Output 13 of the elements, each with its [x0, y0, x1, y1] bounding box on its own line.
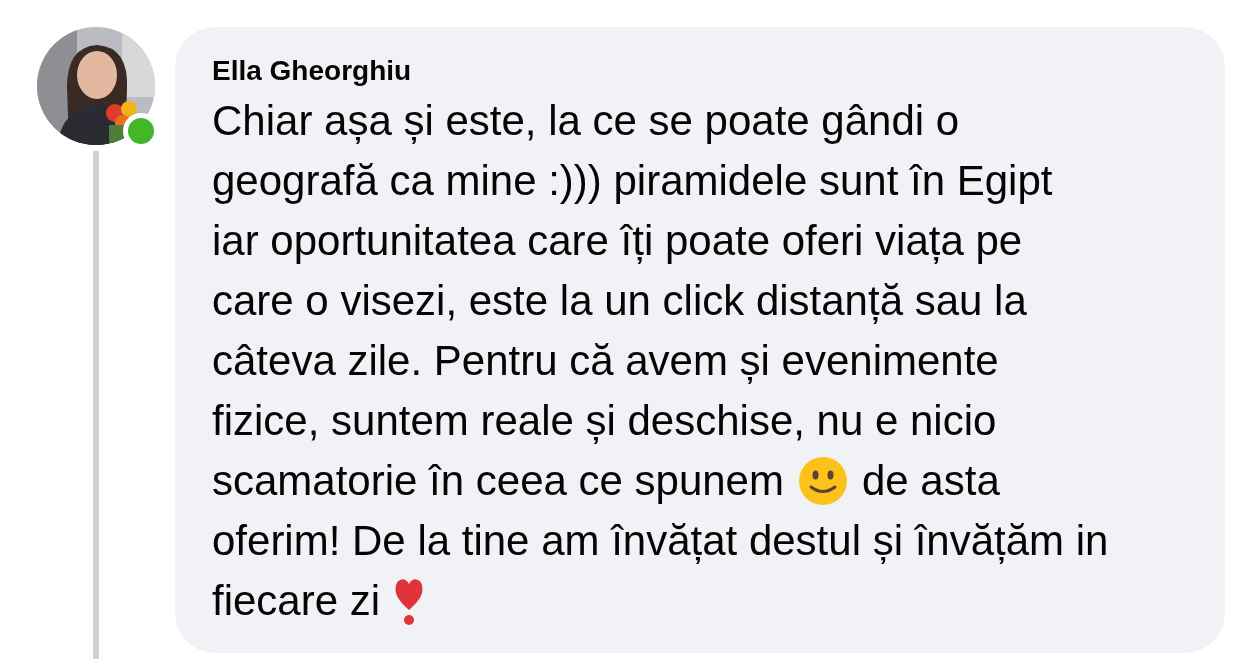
comment-text: care o visezi, este la un click distanță sau la: [212, 276, 1027, 326]
smiley-icon: [797, 456, 848, 506]
comment-text: fiecare zi: [212, 576, 381, 626]
comment-text: scamatorie în ceea ce spunem: [212, 456, 784, 506]
comment-text: câteva zile. Pentru că avem și evenimente: [212, 336, 999, 386]
comment-text: iar oportunitatea care îți poate oferi viața pe: [212, 216, 1023, 266]
author-name[interactable]: Ella Gheorghiu: [212, 55, 412, 87]
comment-text: fizice, suntem reale și deschise, nu e nicio: [212, 396, 997, 446]
heart-icon: [394, 576, 425, 626]
comment-text: geografă ca mine :))) piramidele sunt în Egipt: [212, 156, 1053, 206]
comment-text: de asta: [861, 456, 1000, 506]
comment-text: Chiar așa și este, la ce se poate gândi o: [212, 96, 960, 146]
comment-text: oferim! De la tine am învățat destul și învățăm in: [212, 516, 1109, 566]
